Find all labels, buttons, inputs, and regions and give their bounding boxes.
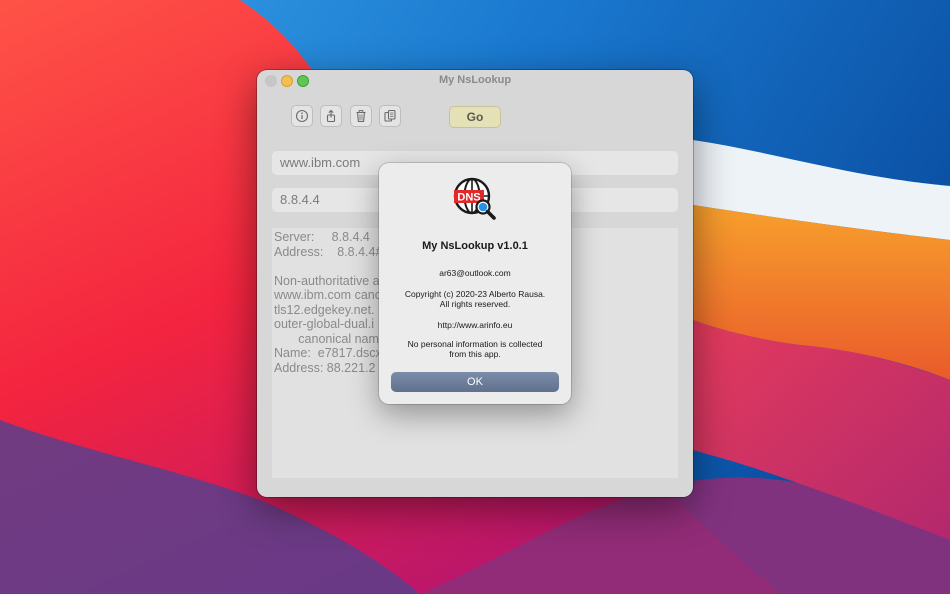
copyright-line: Copyright (c) 2020-23 Alberto Rausa. [404,289,546,299]
privacy-note-line: from this app. [449,349,501,359]
title-bar[interactable]: My NsLookup [257,70,693,92]
copy-icon [384,109,396,122]
website-url: http://www.arinfo.eu [437,320,513,330]
ok-button[interactable]: OK [391,372,559,392]
info-icon [295,109,309,123]
about-dialog: DNS My NsLookup v1.0.1 ar63@outlook.com … [379,163,571,404]
delete-button[interactable] [350,105,372,127]
go-button[interactable]: Go [449,106,501,128]
copyright-text: Copyright (c) 2020-23 Alberto Rausa. All… [379,289,571,309]
copy-button[interactable] [379,105,401,127]
copyright-line: All rights reserved. [439,299,511,309]
contact-email: ar63@outlook.com [439,268,511,278]
share-button[interactable] [320,105,342,127]
share-icon [326,109,336,123]
window-title: My NsLookup [438,74,512,86]
info-button[interactable] [291,105,313,127]
about-title: My NsLookup v1.0.1 [422,240,528,252]
privacy-note: No personal information is collected fro… [379,339,571,359]
trash-icon [356,110,366,122]
dns-icon-label: DNS [457,192,480,204]
dns-app-icon: DNS [453,177,496,220]
privacy-note-line: No personal information is collected [407,339,543,349]
